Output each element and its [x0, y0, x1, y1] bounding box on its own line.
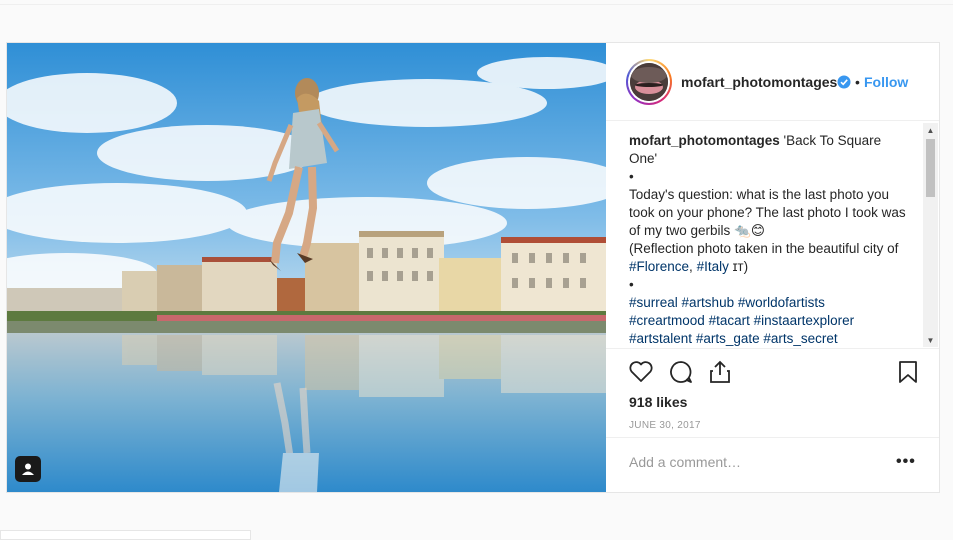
bookmark-icon[interactable] [895, 359, 921, 385]
caption-city-suffix: ɪᴛ) [728, 259, 749, 274]
hashtag[interactable]: #tacart [709, 313, 750, 328]
scroll-down-arrow-icon[interactable]: ▼ [923, 333, 938, 347]
header-separator: • [855, 74, 860, 90]
hashtag[interactable]: #creartmood [629, 313, 705, 328]
scroll-up-arrow-icon[interactable]: ▲ [923, 123, 938, 137]
follow-button[interactable]: Follow [864, 74, 908, 90]
post-photo[interactable] [7, 43, 606, 492]
hashtag[interactable]: #surreal [629, 295, 678, 310]
hashtag[interactable]: #arts_gate [696, 331, 760, 346]
caption-scrollbar[interactable]: ▲ ▼ [923, 123, 938, 347]
florence-reflection-photo [7, 43, 606, 492]
scroll-thumb[interactable] [926, 139, 935, 197]
share-icon[interactable] [707, 359, 733, 385]
caption-reflection-note: (Reflection photo taken in the beautiful… [629, 241, 899, 256]
hashtag[interactable]: #instaartexplorer [754, 313, 855, 328]
hashtag-florence[interactable]: #Florence [629, 259, 689, 274]
top-divider [0, 4, 953, 5]
caption-bullet: • [629, 169, 634, 184]
hashtag[interactable]: #artstalent [629, 331, 692, 346]
avatar-image [630, 63, 668, 101]
more-options-icon[interactable]: ••• [896, 453, 916, 471]
comment-bubble-icon[interactable] [668, 359, 694, 385]
next-post-card-edge [0, 530, 251, 540]
avatar[interactable] [626, 59, 672, 105]
post-card: mofart_photomontages • Follow mofart_pho… [6, 42, 940, 493]
hashtag-italy[interactable]: #Italy [697, 259, 729, 274]
caption-bullet-2: • [629, 277, 634, 292]
caption-username[interactable]: mofart_photomontages [629, 133, 780, 148]
action-bar [606, 349, 939, 393]
post-header: mofart_photomontages • Follow [606, 43, 939, 121]
hashtag[interactable]: #artshub [682, 295, 735, 310]
caption-text: mofart_photomontages 'Back To Square One… [629, 133, 906, 346]
caption-section: mofart_photomontages 'Back To Square One… [606, 121, 939, 349]
like-count[interactable]: 918 likes [629, 394, 687, 410]
post-date[interactable]: JUNE 30, 2017 [629, 420, 701, 431]
comment-box: ••• [606, 437, 939, 492]
hashtag[interactable]: #arts_secret [763, 331, 837, 346]
heart-icon[interactable] [628, 359, 654, 385]
user-tag-icon[interactable] [15, 456, 41, 482]
post-username[interactable]: mofart_photomontages [681, 74, 837, 90]
comment-input[interactable] [629, 454, 869, 470]
verified-badge-icon [837, 75, 851, 89]
hashtag[interactable]: #worldofartists [738, 295, 825, 310]
post-side-panel: mofart_photomontages • Follow mofart_pho… [606, 43, 939, 492]
caption-question: Today's question: what is the last photo… [629, 187, 906, 238]
